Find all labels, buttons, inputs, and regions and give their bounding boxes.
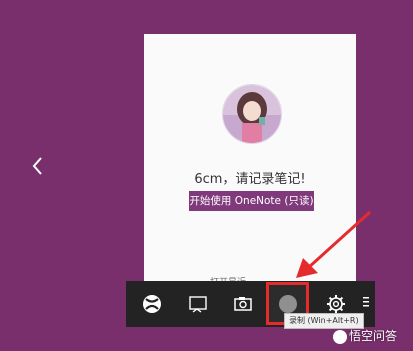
watermark-text: 悟空问答: [349, 329, 398, 343]
menu-icon[interactable]: [363, 296, 369, 308]
onenote-welcome-card: 6cm，请记录笔记! 开始使用 OneNote (只读) 打开最近: [144, 34, 356, 284]
xbox-icon[interactable]: [137, 289, 167, 319]
wukong-logo-icon: [333, 329, 347, 344]
start-onenote-button[interactable]: 开始使用 OneNote (只读): [189, 191, 314, 211]
camera-icon[interactable]: [228, 289, 258, 319]
record-icon: [279, 295, 297, 313]
user-avatar: [222, 84, 282, 144]
greeting-text: 6cm，请记录笔记!: [194, 172, 306, 187]
screen-capture-icon[interactable]: [183, 289, 213, 319]
back-chevron-icon[interactable]: [28, 152, 48, 180]
watermark: 悟空问答: [333, 326, 397, 346]
